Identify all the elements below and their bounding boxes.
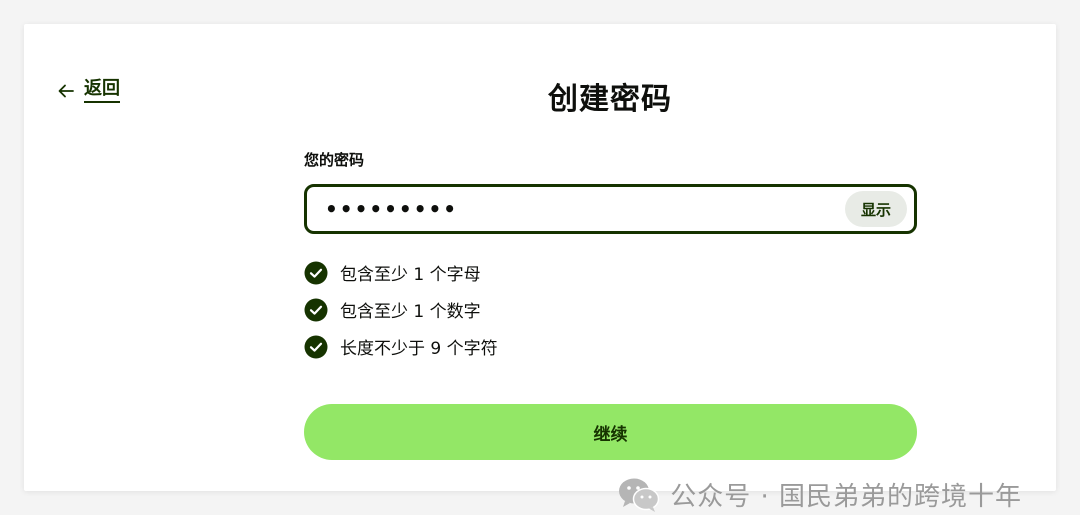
password-rules: 包含至少 1 个字母 包含至少 1 个数字 长度不少于 9 个字符 xyxy=(304,254,917,365)
rule-item: 长度不少于 9 个字符 xyxy=(304,328,917,365)
show-password-button[interactable]: 显示 xyxy=(844,191,907,227)
continue-button[interactable]: 继续 xyxy=(304,404,917,460)
wechat-icon xyxy=(619,478,660,512)
check-circle-icon xyxy=(304,298,328,321)
rule-text: 包含至少 1 个字母 xyxy=(340,265,481,285)
watermark-text: 公众号 · 国民弟弟的跨境十年 xyxy=(670,482,1022,512)
rule-item: 包含至少 1 个数字 xyxy=(304,291,917,328)
password-field[interactable]: 显示 xyxy=(304,184,917,234)
rule-text: 包含至少 1 个数字 xyxy=(340,302,481,322)
check-circle-icon xyxy=(304,261,328,284)
page-title: 创建密码 xyxy=(548,82,672,117)
watermark: 公众号 · 国民弟弟的跨境十年 xyxy=(618,476,1022,513)
rule-item: 包含至少 1 个字母 xyxy=(304,254,917,291)
password-form: 您的密码 显示 包含至少 1 个字母 包含至少 1 个数字 xyxy=(304,150,917,460)
check-circle-icon xyxy=(304,335,328,358)
password-input[interactable] xyxy=(323,196,827,222)
password-label: 您的密码 xyxy=(304,151,365,169)
rule-text: 长度不少于 9 个字符 xyxy=(340,339,498,359)
create-password-card: 返回 创建密码 您的密码 显示 包含至少 1 个字母 包含至少 1 个数字 xyxy=(24,24,1056,512)
